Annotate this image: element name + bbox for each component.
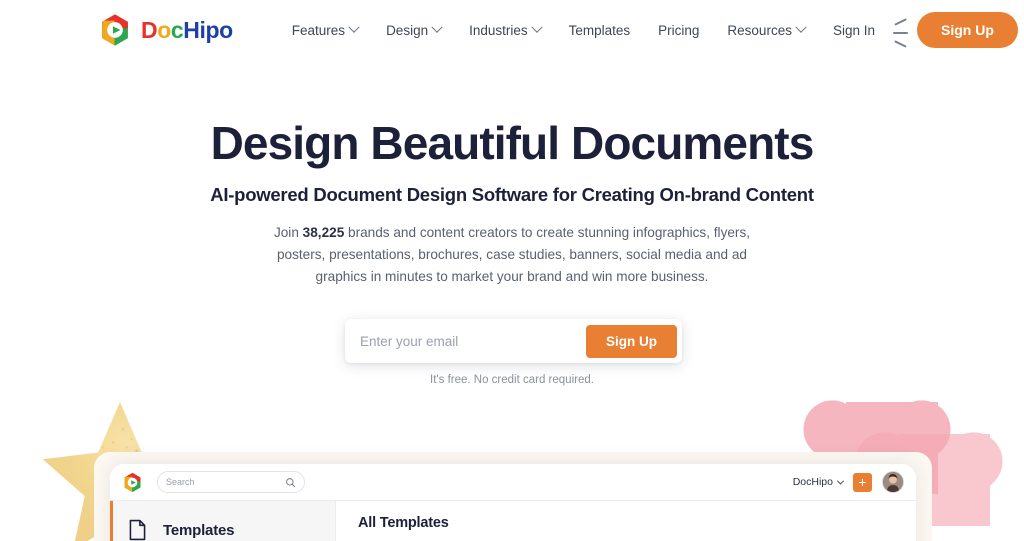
- email-input[interactable]: [350, 333, 586, 349]
- mockup-topbar-actions: DocHipo +: [793, 471, 904, 493]
- nav-signup-button[interactable]: Sign Up: [916, 12, 1018, 48]
- brand-wordmark: DocHipo: [141, 17, 233, 44]
- mockup-search-placeholder: Search: [166, 477, 195, 487]
- search-icon: [286, 477, 296, 487]
- brand-letter-o: o: [157, 16, 171, 43]
- hero-description: Join 38,225 brands and content creators …: [262, 222, 762, 288]
- email-signup-form: Sign Up: [345, 319, 682, 363]
- nav-signup-group: Sign Up: [892, 12, 1018, 48]
- hero-subtitle: AI-powered Document Design Software for …: [210, 183, 814, 205]
- nav-label-templates: Templates: [568, 22, 631, 38]
- dochipo-logo-icon: [102, 14, 128, 46]
- mockup-main-title: All Templates: [358, 515, 449, 531]
- nav-item-templates[interactable]: Templates: [555, 17, 645, 44]
- sidebar-active-accent: [110, 501, 113, 541]
- brand-logo-link[interactable]: DocHipo: [98, 13, 233, 47]
- mockup-topbar: Search DocHipo +: [110, 464, 916, 501]
- hero-brand-count: 38,225: [302, 224, 345, 240]
- avatar[interactable]: [882, 471, 904, 493]
- nav-label-resources: Resources: [727, 22, 792, 38]
- mockup-account-label: DocHipo: [792, 476, 833, 488]
- sparkle-lines-right-icon: [1020, 12, 1024, 48]
- nav-label-industries: Industries: [469, 22, 528, 38]
- nav-item-design[interactable]: Design: [372, 17, 455, 44]
- sidebar-item-templates[interactable]: Templates: [110, 513, 335, 541]
- hero-desc-post: brands and content creators to create st…: [276, 224, 751, 284]
- nav-item-sign-in[interactable]: Sign In: [819, 17, 889, 44]
- form-signup-button[interactable]: Sign Up: [586, 324, 677, 358]
- mockup-body: Templates All Templates: [110, 501, 916, 541]
- hero-desc-pre: Join: [273, 224, 303, 240]
- nav-label-features: Features: [291, 22, 346, 38]
- chevron-down-icon: [795, 21, 807, 33]
- chevron-down-icon: [530, 21, 543, 33]
- app-preview-mockup: Search DocHipo + Templates All Templates: [110, 464, 916, 541]
- page-title: Design Beautiful Documents: [210, 117, 815, 169]
- sidebar-item-label: Templates: [163, 521, 235, 539]
- nav-label-pricing: Pricing: [658, 22, 700, 38]
- mockup-sidebar: Templates: [110, 501, 336, 541]
- mockup-account-menu[interactable]: DocHipo: [792, 476, 845, 488]
- mockup-search-field[interactable]: Search: [157, 471, 305, 493]
- chevron-down-icon: [836, 477, 845, 485]
- dochipo-logo-icon: [124, 472, 141, 492]
- nav-item-resources[interactable]: Resources: [713, 17, 819, 44]
- signup-note: It's free. No credit card required.: [430, 374, 594, 386]
- nav-links: Features Design Industries Templates Pri…: [278, 17, 889, 44]
- document-icon: [129, 519, 146, 541]
- brand-letter-c: c: [170, 16, 184, 43]
- chevron-down-icon: [431, 21, 443, 33]
- user-avatar-icon: [883, 472, 903, 492]
- nav-item-industries[interactable]: Industries: [455, 17, 555, 44]
- hero-section: Design Beautiful Documents AI-powered Do…: [0, 117, 1024, 288]
- mockup-main-panel: All Templates: [336, 501, 916, 541]
- brand-letter-d: D: [141, 16, 158, 43]
- nav-label-design: Design: [386, 22, 429, 38]
- nav-label-sign-in: Sign In: [832, 22, 875, 38]
- nav-item-pricing[interactable]: Pricing: [644, 17, 713, 44]
- chevron-down-icon: [348, 21, 360, 33]
- landing-page: DocHipo Features Design Industries Templ…: [0, 0, 1024, 541]
- sparkle-lines-left-icon: [892, 12, 915, 48]
- nav-item-features[interactable]: Features: [278, 17, 372, 44]
- brand-word-hipo: Hipo: [183, 16, 233, 43]
- top-navigation-bar: DocHipo Features Design Industries Templ…: [0, 0, 1024, 60]
- mockup-create-button[interactable]: +: [853, 472, 872, 492]
